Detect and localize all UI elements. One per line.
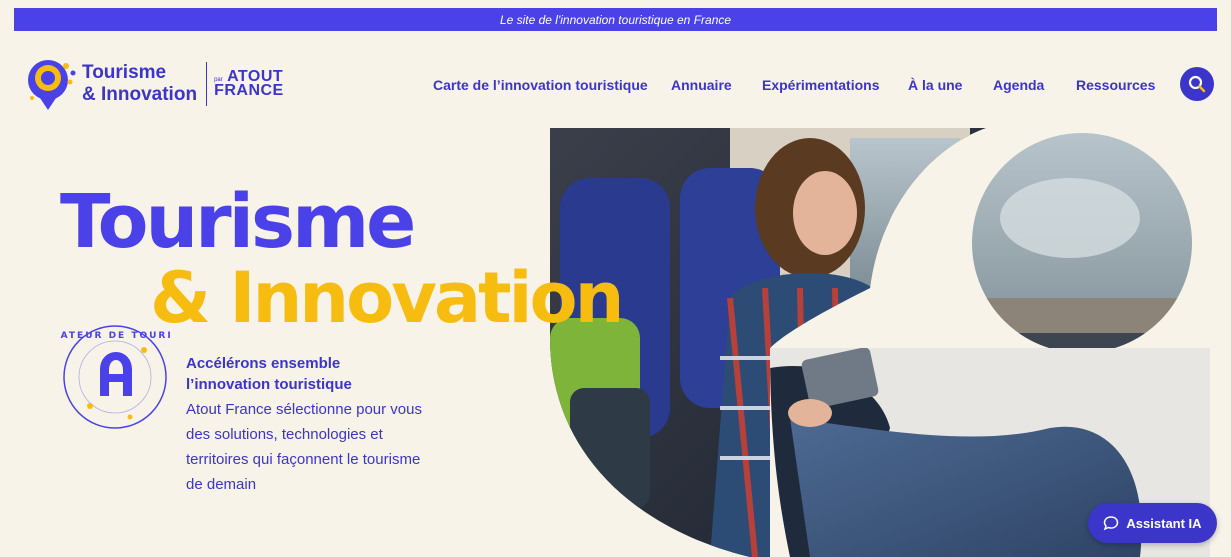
logo-pin-icon — [28, 60, 76, 110]
nav-item-ressources[interactable]: Ressources — [1076, 77, 1155, 93]
assistant-label: Assistant IA — [1126, 515, 1202, 531]
site-logo[interactable]: Tourisme & Innovation par ATOUT FRANCE — [26, 56, 296, 112]
hero-title-line1: Tourisme — [60, 179, 416, 265]
search-button[interactable] — [1180, 67, 1214, 101]
logo-wordmark: Tourisme & Innovation — [82, 62, 197, 106]
nav-item-agenda[interactable]: Agenda — [993, 77, 1044, 93]
announcement-text: Le site de l'innovation touristique en F… — [499, 12, 732, 27]
search-icon — [1188, 75, 1206, 93]
logo-par: par — [214, 77, 223, 83]
nav-item-a-la-une[interactable]: À la une — [908, 77, 962, 93]
chat-bubble-icon — [1104, 516, 1119, 531]
logo-france: FRANCE — [214, 82, 284, 99]
atout-france-logo: par ATOUT FRANCE — [214, 69, 284, 99]
hero-tagline-body: Atout France sélectionne pour vous des s… — [186, 401, 422, 493]
hero-tagline-title: Accélérons ensemble l’innovation tourist… — [186, 353, 352, 395]
hero-tagline-title-2: l’innovation touristique — [186, 376, 352, 393]
hero-tagline-title-1: Accélérons ensemble — [186, 355, 341, 372]
hero-photo-collage — [550, 128, 1210, 557]
nav-item-carte[interactable]: Carte de l’innovation touristique — [433, 77, 648, 93]
logo-divider — [206, 62, 208, 106]
logo-line1: Tourisme — [82, 62, 167, 83]
logo-line2: & Innovation — [82, 84, 198, 105]
nav-item-annuaire[interactable]: Annuaire — [671, 77, 732, 93]
top-announcement-bar: Le site de l'innovation touristique en F… — [14, 8, 1217, 31]
nav-item-experimentations[interactable]: Expérimentations — [762, 77, 879, 93]
hero-title-line2: & Innovation — [150, 257, 624, 339]
assistant-ia-button[interactable]: Assistant IA — [1088, 503, 1217, 543]
